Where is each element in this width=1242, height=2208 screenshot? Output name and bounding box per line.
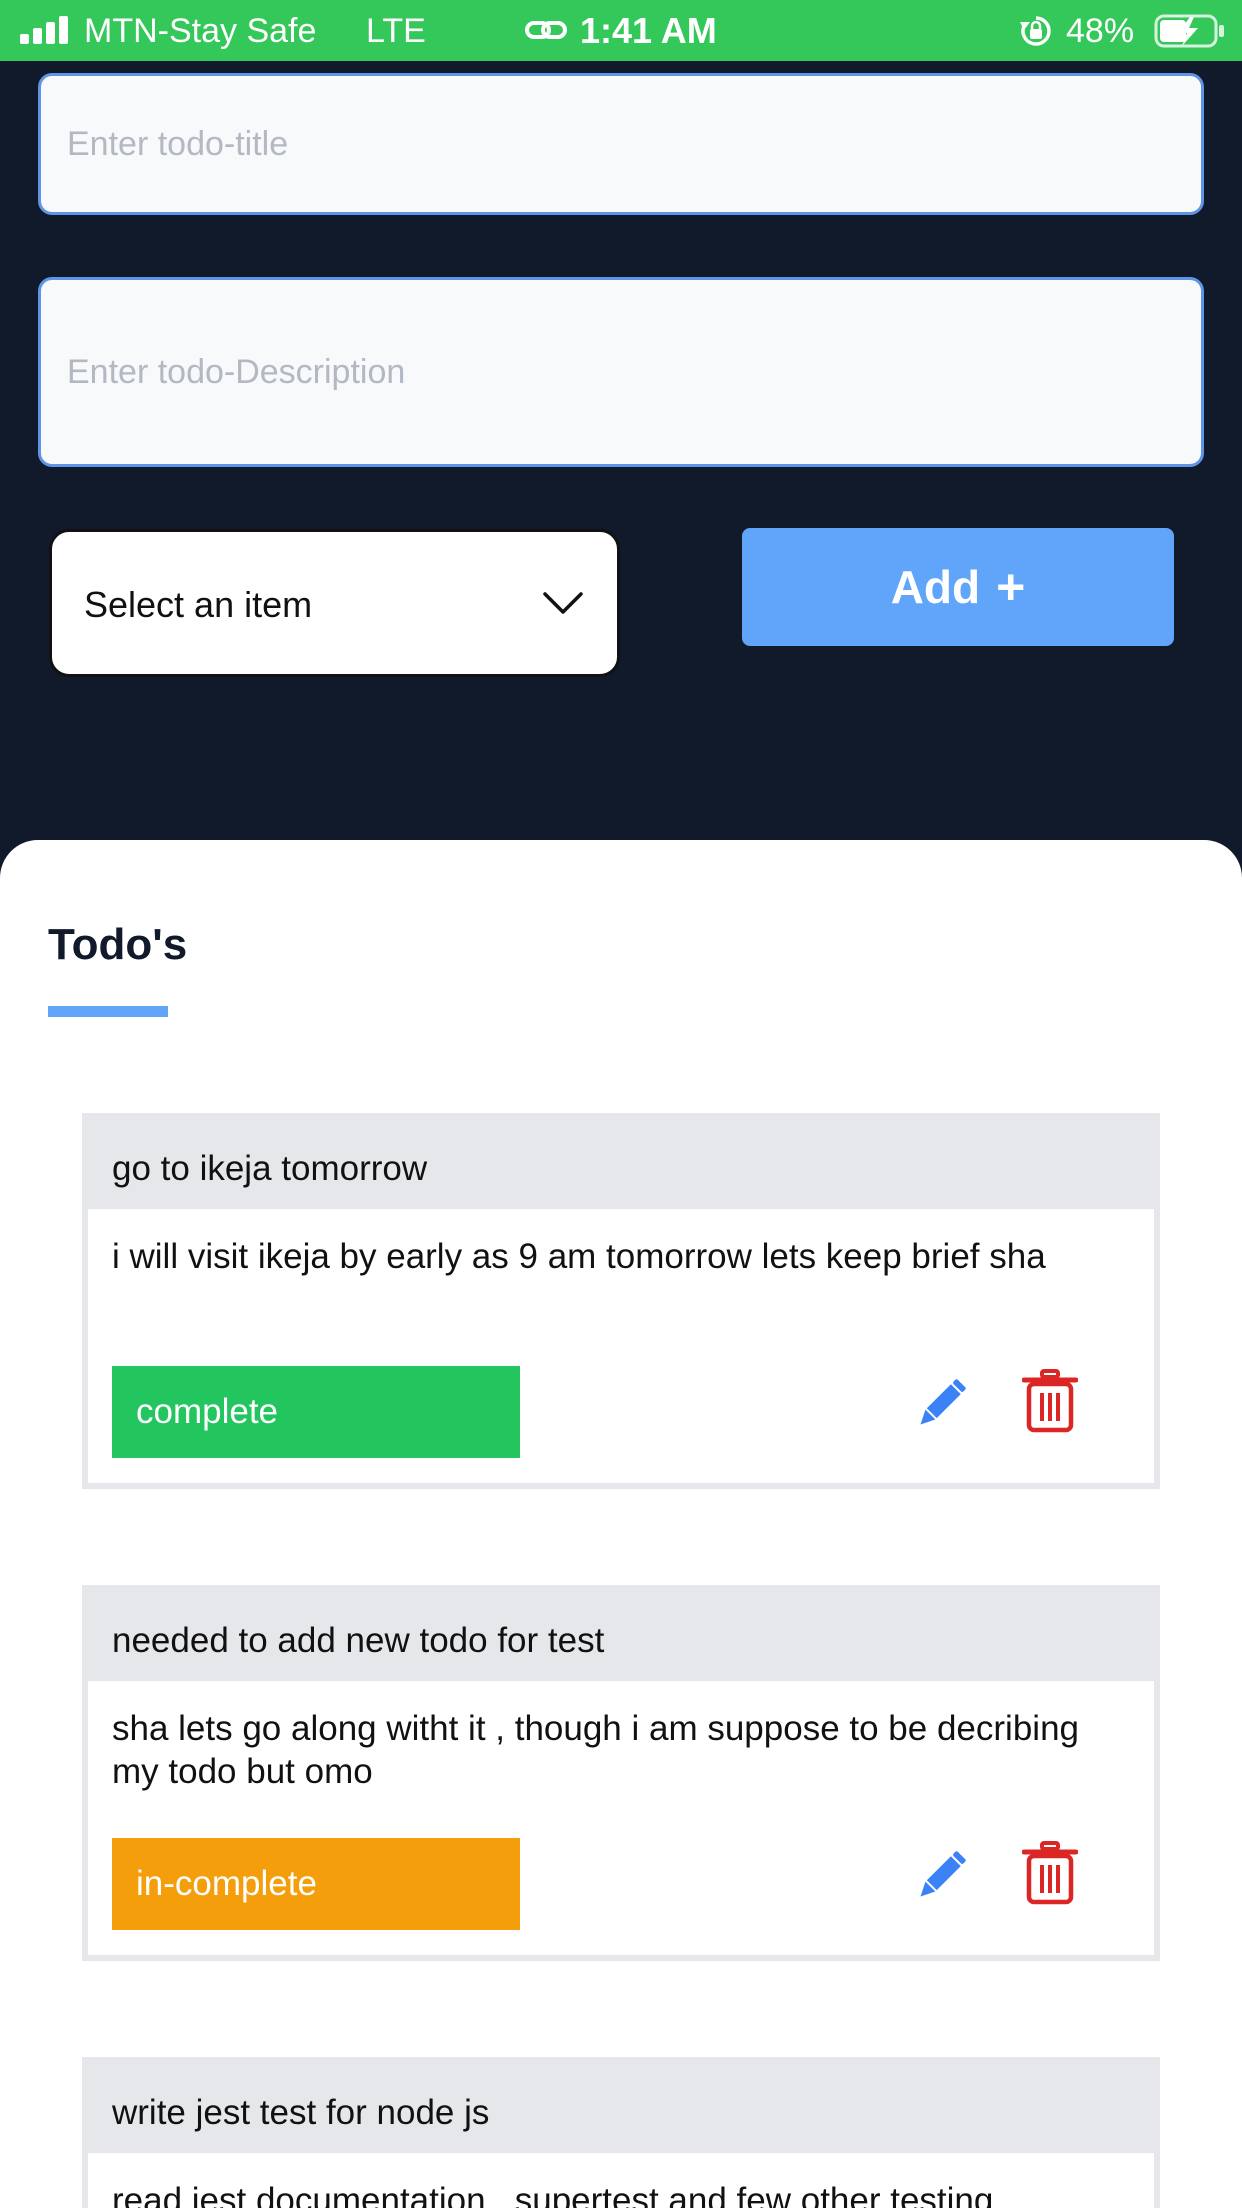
todo-title-placeholder: Enter todo-title	[67, 124, 289, 163]
signal-icon	[20, 16, 72, 44]
todo-card-body: sha lets go along witht it , though i am…	[88, 1681, 1154, 1955]
network-type: LTE	[366, 12, 426, 50]
status-select[interactable]: Select an item	[49, 529, 620, 677]
chevron-down-icon	[543, 592, 583, 614]
heading-underline	[48, 1006, 168, 1017]
status-badge[interactable]: in-complete	[112, 1838, 520, 1930]
todo-card-body: i will visit ikeja by early as 9 am tomo…	[88, 1209, 1154, 1483]
todo-description: i will visit ikeja by early as 9 am tomo…	[112, 1237, 1046, 1276]
status-select-label: Select an item	[84, 584, 313, 625]
plus-icon: +	[996, 559, 1026, 615]
link-icon	[525, 21, 567, 39]
battery-percent: 48%	[1066, 12, 1135, 50]
pencil-icon[interactable]	[908, 1843, 974, 1909]
status-badge[interactable]: complete	[112, 1366, 520, 1458]
carrier-name: MTN-Stay Safe	[84, 12, 317, 50]
battery-charging-icon	[1154, 14, 1224, 48]
todo-description-input[interactable]: Enter todo-Description	[38, 277, 1204, 467]
trash-icon[interactable]	[1022, 1841, 1078, 1905]
todo-card: go to ikeja tomorrow i will visit ikeja …	[82, 1113, 1160, 1489]
todo-list-panel: Todo's go to ikeja tomorrow i will visit…	[0, 840, 1242, 2208]
clock: 1:41 AM	[580, 10, 717, 51]
todo-title: needed to add new todo for test	[112, 1621, 605, 1660]
todo-description: read jest documentation , supertest and …	[112, 2181, 994, 2208]
todo-description-placeholder: Enter todo-Description	[67, 352, 406, 391]
todo-card: needed to add new todo for test sha lets…	[82, 1585, 1160, 1961]
todo-title-input[interactable]: Enter todo-title	[38, 73, 1204, 215]
app-screen: MTN-Stay Safe LTE 1:41 AM 48% Enter todo…	[0, 0, 1242, 2208]
todo-title: go to ikeja tomorrow	[112, 1149, 428, 1188]
todo-description: sha lets go along witht it , though i am…	[112, 1709, 1079, 1791]
todo-card: write jest test for node js read jest do…	[82, 2057, 1160, 2208]
trash-icon[interactable]	[1022, 1369, 1078, 1433]
todo-card-body: read jest documentation , supertest and …	[88, 2153, 1154, 2208]
todo-title: write jest test for node js	[112, 2093, 490, 2132]
status-bar: MTN-Stay Safe LTE 1:41 AM 48%	[0, 0, 1242, 61]
orientation-lock-icon	[1020, 16, 1051, 46]
add-button-label: Add	[890, 561, 981, 613]
pencil-icon[interactable]	[908, 1371, 974, 1437]
todos-heading: Todo's	[48, 920, 188, 969]
add-todo-button[interactable]: Add +	[742, 528, 1174, 646]
